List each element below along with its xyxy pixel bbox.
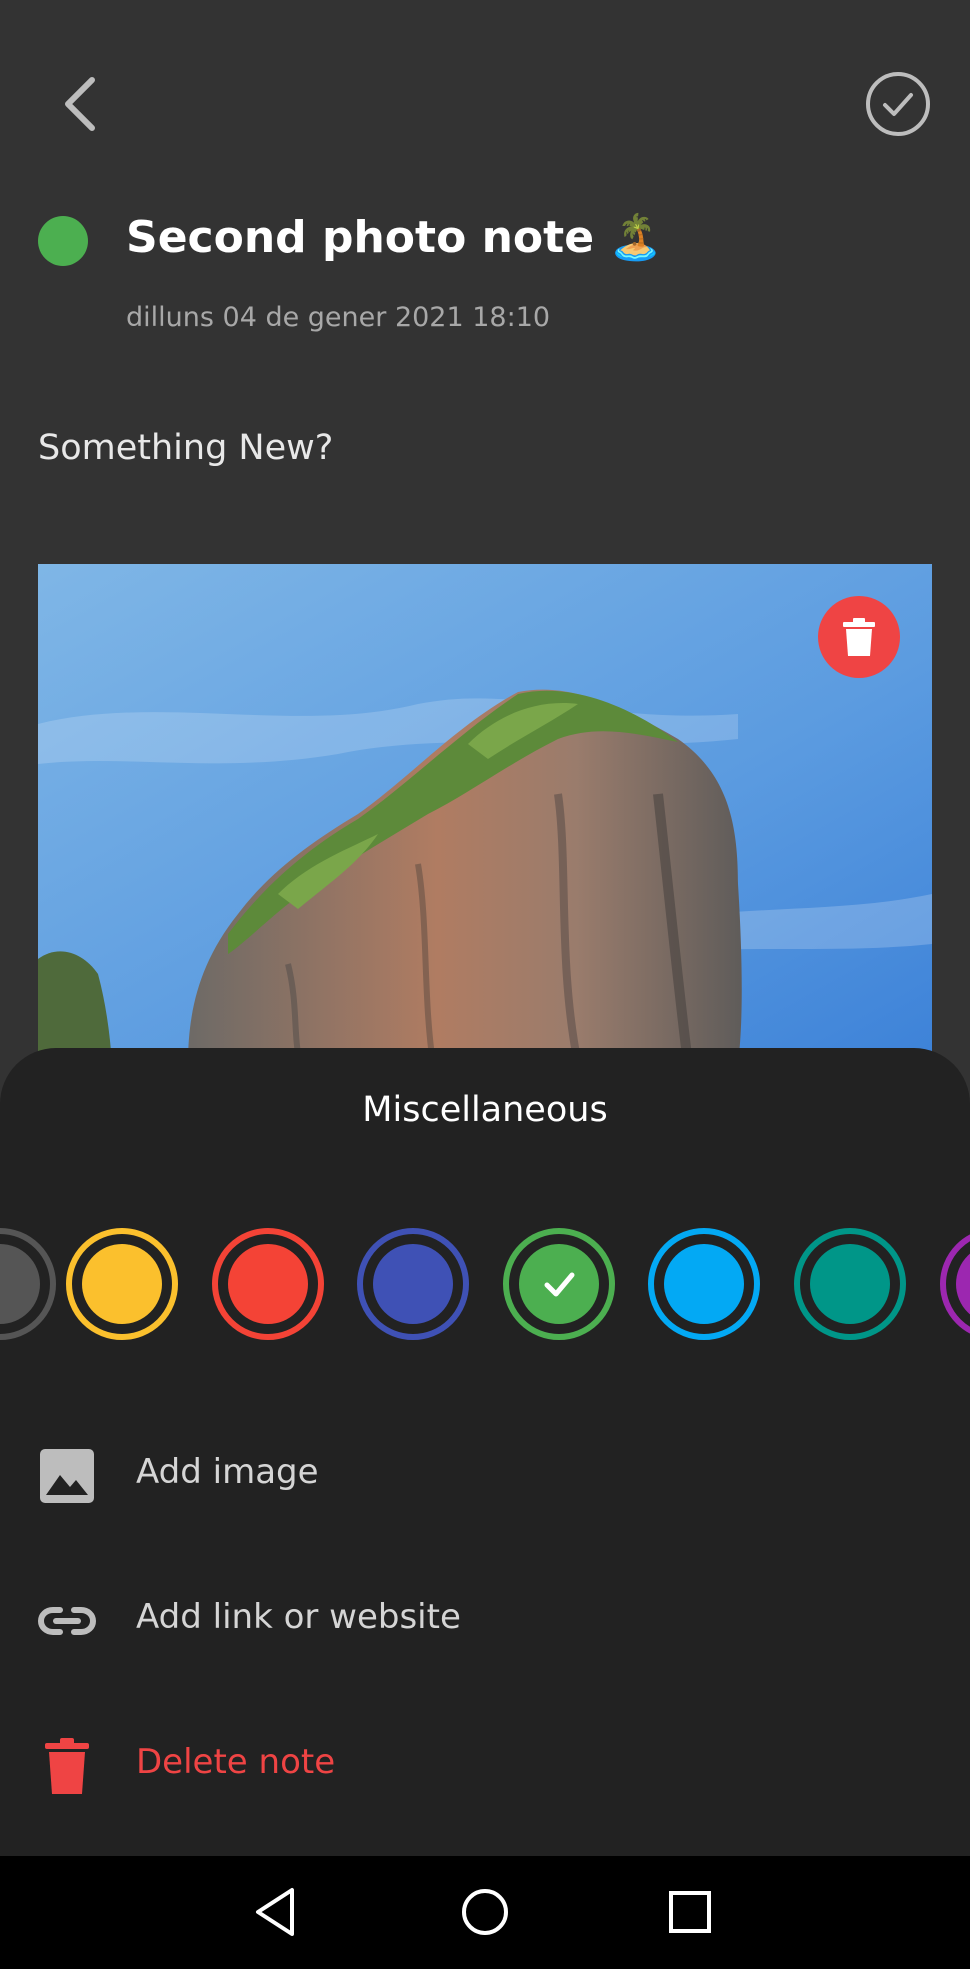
add-link-button[interactable]: Add link or website [0,1565,970,1675]
note-date: dilluns 04 de gener 2021 18:10 [126,302,551,333]
check-icon [544,1272,575,1297]
color-option-yellow[interactable] [66,1228,178,1340]
note-title-text: Second photo note [126,212,595,263]
trash-icon [843,618,875,656]
delete-note-button[interactable]: Delete note [0,1710,970,1820]
color-option-teal[interactable] [794,1228,906,1340]
system-nav-bar [0,1856,970,1969]
nav-back-button[interactable] [250,1884,306,1940]
note-body[interactable]: Something New? [38,428,333,468]
link-icon [38,1607,96,1635]
delete-note-label: Delete note [136,1742,336,1782]
add-link-label: Add link or website [136,1597,461,1637]
trash-icon [45,1738,89,1794]
circle-home-icon [462,1889,508,1935]
back-button[interactable] [52,70,112,138]
color-option-purple[interactable] [940,1228,970,1340]
add-image-button[interactable]: Add image [0,1420,970,1530]
image-icon [40,1449,94,1503]
nav-home-button[interactable] [457,1884,513,1940]
island-emoji: 🏝️ [608,212,663,263]
color-picker[interactable] [0,1224,970,1342]
delete-image-button[interactable] [818,596,900,678]
check-circle-icon [866,72,930,136]
top-bar [0,0,970,200]
note-image [38,564,932,1064]
note-title[interactable]: Second photo note 🏝️ [126,206,663,270]
chevron-left-icon [65,77,95,131]
color-option-indigo[interactable] [357,1228,469,1340]
color-option-light-blue[interactable] [648,1228,760,1340]
add-image-label: Add image [136,1452,319,1492]
color-option-green[interactable] [503,1228,615,1340]
save-note-button[interactable] [864,70,932,138]
color-option-gray[interactable] [0,1228,56,1340]
sheet-title: Miscellaneous [362,1090,608,1130]
color-option-red[interactable] [212,1228,324,1340]
nav-recents-button[interactable] [662,1884,718,1940]
square-recents-icon [669,1891,711,1933]
triangle-back-icon [256,1888,294,1936]
note-color-dot [38,216,88,266]
